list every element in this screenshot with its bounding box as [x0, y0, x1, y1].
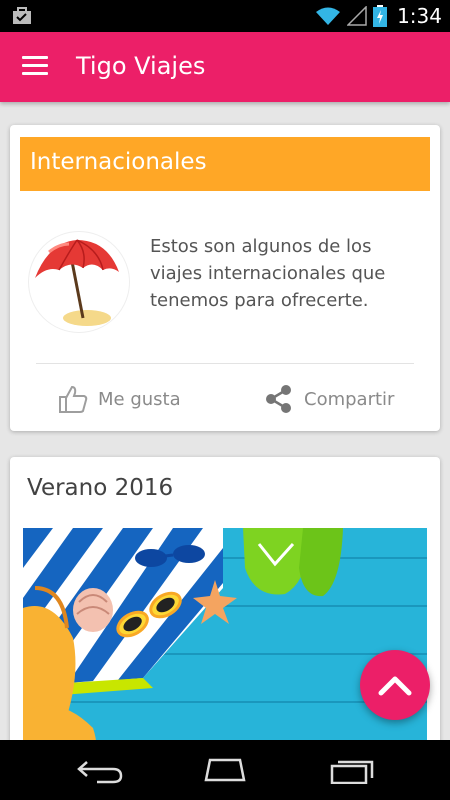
app-bar: Tigo Viajes: [0, 32, 450, 102]
beach-umbrella-icon: [28, 231, 130, 333]
card-header-title: Internacionales: [30, 149, 207, 175]
beach-items-photo: [23, 528, 427, 757]
like-button[interactable]: Me gusta: [58, 381, 181, 417]
home-icon[interactable]: [200, 756, 250, 784]
like-label: Me gusta: [98, 388, 181, 410]
thumbs-up-icon: [59, 385, 88, 413]
hamburger-menu-icon[interactable]: [22, 56, 48, 78]
briefcase-notification-icon: [13, 7, 31, 24]
back-icon[interactable]: [75, 756, 125, 784]
recents-icon[interactable]: [328, 756, 378, 784]
status-bar: 1:34: [0, 0, 450, 32]
card-description: Estos son algunos de los viajes internac…: [150, 236, 386, 311]
scroll-up-button[interactable]: [360, 650, 430, 720]
chevron-up-icon: [378, 676, 412, 696]
divider: [36, 363, 414, 364]
share-label: Compartir: [304, 388, 395, 410]
battery-charging-icon: [373, 5, 388, 27]
signal-icon: [347, 6, 367, 26]
card-internacionales[interactable]: Internacionales Estos son algunos de los…: [10, 125, 440, 431]
card-title: Verano 2016: [27, 475, 174, 501]
card-header: Internacionales: [20, 137, 430, 191]
status-time: 1:34: [397, 4, 442, 28]
navigation-bar: [0, 740, 450, 800]
wifi-icon: [316, 7, 341, 25]
share-icon: [266, 385, 291, 413]
share-button[interactable]: Compartir: [264, 381, 394, 417]
status-icons: 1:34: [315, 0, 442, 32]
app-title: Tigo Viajes: [76, 52, 206, 80]
